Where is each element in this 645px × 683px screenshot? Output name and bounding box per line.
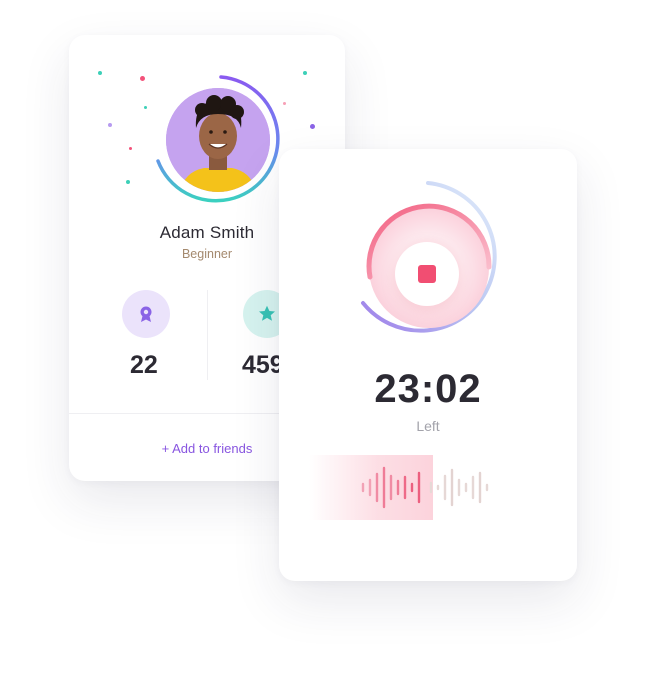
confetti-dot xyxy=(283,102,286,105)
waveform xyxy=(361,466,489,509)
award-icon xyxy=(140,306,152,322)
star-icon xyxy=(259,305,275,321)
person-photo xyxy=(166,88,270,192)
confetti-dot xyxy=(98,71,102,75)
stat-award xyxy=(122,290,170,338)
timer-card: 23:02 Left xyxy=(279,149,577,581)
confetti-dot xyxy=(126,180,130,184)
divider xyxy=(207,290,208,380)
stat-award-value: 22 xyxy=(130,351,158,379)
confetti-dot xyxy=(303,71,307,75)
confetti-dot xyxy=(108,123,112,127)
stop-icon xyxy=(418,265,436,283)
confetti-dot xyxy=(310,124,315,129)
avatar-wrap xyxy=(151,73,283,205)
time-label: Left xyxy=(416,418,440,434)
time-remaining: 23:02 xyxy=(374,367,482,411)
avatar[interactable] xyxy=(166,88,270,192)
stop-button[interactable] xyxy=(395,242,459,306)
stat-star-value: 459 xyxy=(242,351,284,379)
confetti-dot xyxy=(144,106,147,109)
confetti-dot xyxy=(140,76,145,81)
confetti-dot xyxy=(129,147,132,150)
